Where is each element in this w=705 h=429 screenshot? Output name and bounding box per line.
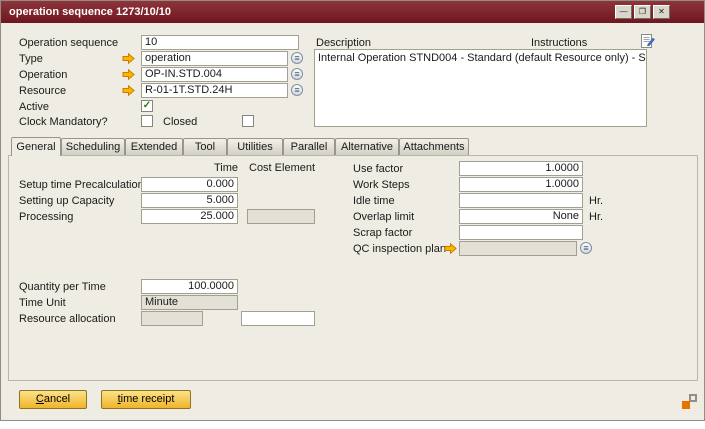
- window-title: operation sequence 1273/10/10: [9, 1, 171, 23]
- tab-general[interactable]: General: [11, 137, 61, 156]
- resource-field[interactable]: R-01-1T.STD.24H: [141, 83, 288, 98]
- operation-sequence-label: Operation sequence: [19, 36, 118, 50]
- tab-alternative[interactable]: Alternative: [335, 138, 399, 155]
- link-arrow-icon[interactable]: [122, 69, 135, 80]
- tab-extended[interactable]: Extended: [125, 138, 183, 155]
- tab-scheduling[interactable]: Scheduling: [61, 138, 125, 155]
- active-checkbox[interactable]: ✓: [141, 100, 153, 112]
- choose-from-list-icon[interactable]: [291, 84, 303, 96]
- operation-label: Operation: [19, 68, 67, 82]
- link-arrow-icon[interactable]: [122, 53, 135, 64]
- type-label: Type: [19, 52, 43, 66]
- title-bar[interactable]: operation sequence 1273/10/10 — ❐ ✕: [1, 1, 704, 23]
- cancel-button-mnemonic: C: [36, 393, 44, 405]
- restore-icon[interactable]: ❐: [634, 5, 651, 19]
- close-icon[interactable]: ✕: [653, 5, 670, 19]
- description-text: Internal Operation STND004 - Standard (d…: [315, 50, 646, 66]
- tab-parallel[interactable]: Parallel: [283, 138, 335, 155]
- description-label: Description: [316, 36, 371, 50]
- cancel-button-label: ancel: [44, 393, 70, 405]
- operation-field[interactable]: OP-IN.STD.004: [141, 67, 288, 82]
- cancel-button[interactable]: Cancel: [19, 390, 87, 409]
- gray-square-icon: [689, 394, 697, 402]
- tab-utilities[interactable]: Utilities: [227, 138, 283, 155]
- tab-attachments[interactable]: Attachments: [399, 138, 469, 155]
- clock-mandatory-checkbox[interactable]: [141, 115, 153, 127]
- minimize-icon[interactable]: —: [615, 5, 632, 19]
- operation-sequence-field[interactable]: 10: [141, 35, 299, 50]
- time-receipt-button-label: ime receipt: [121, 393, 175, 405]
- resource-label: Resource: [19, 84, 66, 98]
- choose-from-list-icon[interactable]: [291, 52, 303, 64]
- time-receipt-button[interactable]: time receipt: [101, 390, 191, 409]
- form-settings-icon[interactable]: [682, 394, 697, 409]
- active-label: Active: [19, 100, 49, 114]
- closed-label: Closed: [163, 115, 197, 129]
- tab-tool[interactable]: Tool: [183, 138, 227, 155]
- clock-mandatory-label: Clock Mandatory?: [19, 115, 108, 129]
- closed-checkbox[interactable]: [242, 115, 254, 127]
- orange-square-icon: [682, 401, 690, 409]
- type-field[interactable]: operation: [141, 51, 288, 66]
- link-arrow-icon[interactable]: [122, 85, 135, 96]
- description-textarea[interactable]: Internal Operation STND004 - Standard (d…: [314, 49, 647, 127]
- operation-sequence-window: operation sequence 1273/10/10 — ❐ ✕ Oper…: [0, 0, 705, 421]
- tab-content-pane: [8, 155, 698, 381]
- choose-from-list-icon[interactable]: [291, 68, 303, 80]
- window-controls: — ❐ ✕: [615, 5, 670, 19]
- instructions-label: Instructions: [531, 36, 587, 50]
